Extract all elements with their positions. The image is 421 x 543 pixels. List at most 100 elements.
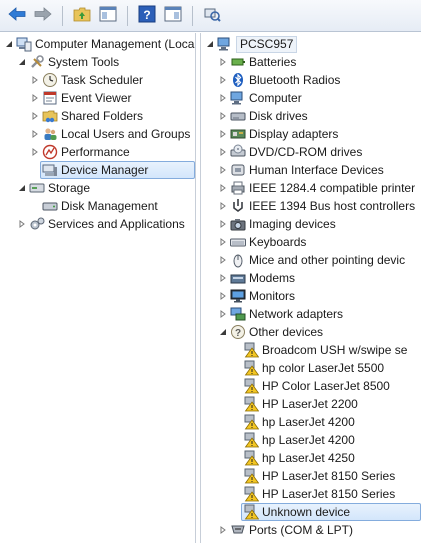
tree-item-human-interface-devices[interactable]: Human Interface Devices	[201, 161, 421, 179]
tree-item-hp-laserjet-8150-series[interactable]: HP LaserJet 8150 Series	[201, 485, 421, 503]
mouse-icon	[230, 252, 246, 268]
no-expander	[231, 395, 241, 413]
expand-arrow-icon[interactable]	[218, 305, 228, 323]
toolbar: ?	[0, 0, 421, 32]
network-adapter-icon	[230, 306, 246, 322]
tree-item-label: Performance	[61, 145, 130, 159]
scan-hardware-icon	[203, 6, 221, 25]
show-hide-tree-button[interactable]	[97, 5, 119, 27]
console-tree-pane[interactable]: Computer Management (Local System Tools Ta…	[0, 33, 196, 543]
tree-item-hp-laserjet-8150-series[interactable]: HP LaserJet 8150 Series	[201, 467, 421, 485]
expand-arrow-icon[interactable]	[218, 521, 228, 539]
expand-arrow-icon[interactable]	[30, 89, 40, 107]
tree-item-keyboards[interactable]: Keyboards	[201, 233, 421, 251]
tree-item-performance[interactable]: Performance	[0, 143, 195, 161]
tree-item-services-and-applications[interactable]: Services and Applications	[0, 215, 195, 233]
device-manager-icon	[42, 162, 58, 178]
expand-arrow-icon[interactable]	[17, 215, 27, 233]
monitor-icon	[230, 288, 246, 304]
help-icon: ?	[138, 5, 156, 26]
root-label-box: PCSC957	[236, 35, 298, 53]
tree-item-hp-laserjet-4200[interactable]: hp LaserJet 4200	[201, 413, 421, 431]
tree-item-network-adapters[interactable]: Network adapters	[201, 305, 421, 323]
tree-item-dvd-cd-rom-drives[interactable]: DVD/CD-ROM drives	[201, 143, 421, 161]
tree-item-task-scheduler[interactable]: Task Scheduler	[0, 71, 195, 89]
svg-text:?: ?	[143, 8, 150, 22]
expand-arrow-icon[interactable]	[30, 107, 40, 125]
expand-arrow-icon[interactable]	[218, 197, 228, 215]
tree-item-local-users-and-groups[interactable]: Local Users and Groups	[0, 125, 195, 143]
expand-arrow-icon[interactable]	[218, 89, 228, 107]
tree-item-label: Human Interface Devices	[249, 163, 384, 177]
tree-item-ieee-1394-bus-host-controllers[interactable]: IEEE 1394 Bus host controllers	[201, 197, 421, 215]
action-pane-icon	[164, 6, 182, 25]
tree-item-ieee-1284-4-compatible-printer[interactable]: IEEE 1284.4 compatible printer	[201, 179, 421, 197]
forward-button[interactable]	[32, 5, 54, 27]
back-button[interactable]	[6, 5, 28, 27]
tree-item-batteries[interactable]: Batteries	[201, 53, 421, 71]
tree-item-disk-drives[interactable]: Disk drives	[201, 107, 421, 125]
tree-item-label: HP Color LaserJet 8500	[262, 379, 390, 393]
tree-item-label: Services and Applications	[48, 217, 185, 231]
tree-item-system-tools[interactable]: System Tools	[0, 53, 195, 71]
scan-hardware-button[interactable]	[201, 5, 223, 27]
no-expander	[231, 449, 241, 467]
expand-arrow-icon[interactable]	[218, 251, 228, 269]
tree-item-disk-management[interactable]: Disk Management	[0, 197, 195, 215]
tree-item-hp-laserjet-4250[interactable]: hp LaserJet 4250	[201, 449, 421, 467]
expand-arrow-icon[interactable]	[30, 143, 40, 161]
expand-arrow-icon[interactable]	[30, 71, 40, 89]
action-pane-button[interactable]	[162, 5, 184, 27]
collapse-arrow-icon[interactable]	[205, 35, 215, 53]
tree-item-monitors[interactable]: Monitors	[201, 287, 421, 305]
services-icon	[29, 216, 45, 232]
tree-item-modems[interactable]: Modems	[201, 269, 421, 287]
expand-arrow-icon[interactable]	[218, 143, 228, 161]
tree-item-unknown-device[interactable]: Unknown device	[201, 503, 421, 521]
tree-item-storage[interactable]: Storage	[0, 179, 195, 197]
device-tree-pane[interactable]: PCSC957 Batteries Bluetooth Radios Computer…	[200, 33, 421, 543]
warning-device-icon	[243, 468, 259, 484]
tree-item-imaging-devices[interactable]: Imaging devices	[201, 215, 421, 233]
tree-item-hp-color-laserjet-5500[interactable]: hp color LaserJet 5500	[201, 359, 421, 377]
tree-item-device-manager[interactable]: Device Manager	[0, 161, 195, 179]
tree-item-ports-com-lpt[interactable]: Ports (COM & LPT)	[201, 521, 421, 539]
expand-arrow-icon[interactable]	[218, 107, 228, 125]
expand-arrow-icon[interactable]	[218, 269, 228, 287]
tree-item-label: Monitors	[249, 289, 296, 303]
collapse-arrow-icon[interactable]	[218, 323, 228, 341]
tree-item-label: Imaging devices	[249, 217, 336, 231]
tree-item-display-adapters[interactable]: Display adapters	[201, 125, 421, 143]
tree-item-computer[interactable]: Computer	[201, 89, 421, 107]
tree-item-label: Display adapters	[249, 127, 339, 141]
arrow-right-icon	[34, 7, 52, 24]
tree-item-broadcom-ush-w-swipe-se[interactable]: Broadcom USH w/swipe se	[201, 341, 421, 359]
clock-icon	[42, 72, 58, 88]
tree-item-shared-folders[interactable]: Shared Folders	[0, 107, 195, 125]
tree-item-other-devices[interactable]: ? Other devices	[201, 323, 421, 341]
tree-item-hp-color-laserjet-8500[interactable]: HP Color LaserJet 8500	[201, 377, 421, 395]
expand-arrow-icon[interactable]	[218, 287, 228, 305]
tree-item-hp-laserjet-2200[interactable]: HP LaserJet 2200	[201, 395, 421, 413]
collapse-arrow-icon[interactable]	[17, 53, 27, 71]
collapse-arrow-icon[interactable]	[17, 179, 27, 197]
tree-item-mice-and-other-pointing-devic[interactable]: Mice and other pointing devic	[201, 251, 421, 269]
tree-root-computer[interactable]: PCSC957	[201, 35, 421, 53]
expand-arrow-icon[interactable]	[30, 125, 40, 143]
tree-item-computer-management-local[interactable]: Computer Management (Local	[0, 35, 195, 53]
modem-icon	[230, 270, 246, 286]
tree-item-event-viewer[interactable]: Event Viewer	[0, 89, 195, 107]
up-folder-button[interactable]	[71, 5, 93, 27]
expand-arrow-icon[interactable]	[218, 53, 228, 71]
expand-arrow-icon[interactable]	[218, 71, 228, 89]
tree-item-hp-laserjet-4200[interactable]: hp LaserJet 4200	[201, 431, 421, 449]
tree-item-label: Mice and other pointing devic	[249, 253, 406, 267]
expand-arrow-icon[interactable]	[218, 161, 228, 179]
expand-arrow-icon[interactable]	[218, 179, 228, 197]
expand-arrow-icon[interactable]	[218, 233, 228, 251]
help-button[interactable]: ?	[136, 5, 158, 27]
expand-arrow-icon[interactable]	[218, 215, 228, 233]
tree-item-bluetooth-radios[interactable]: Bluetooth Radios	[201, 71, 421, 89]
collapse-arrow-icon[interactable]	[4, 35, 14, 53]
expand-arrow-icon[interactable]	[218, 125, 228, 143]
